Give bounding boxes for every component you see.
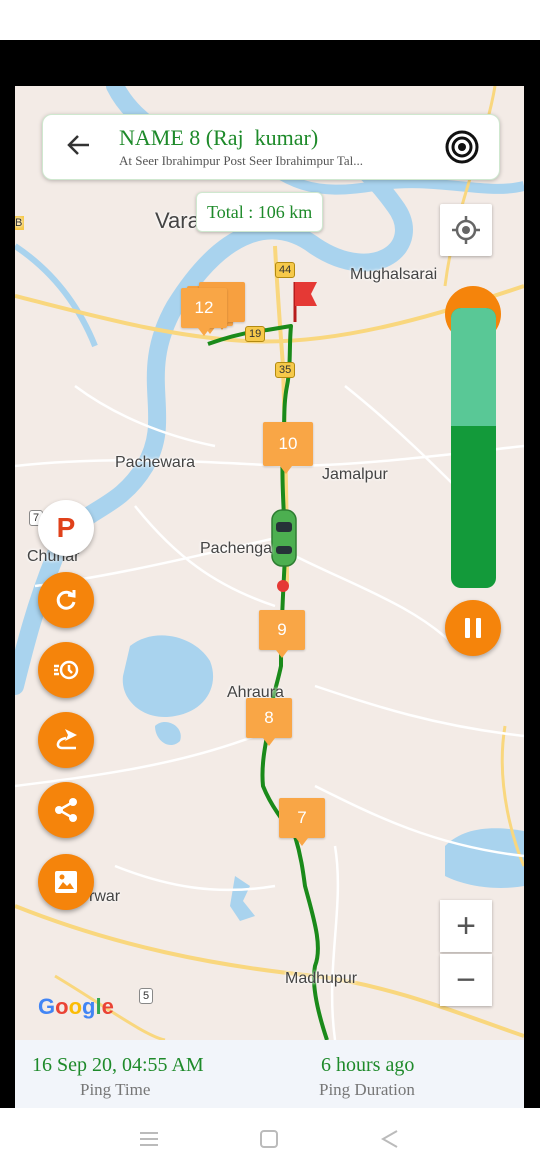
place-label-mughalsarai: Mughalsarai (350, 266, 438, 283)
ping-time-value: 16 Sep 20, 04:55 AM (32, 1054, 204, 1076)
highway-shield-19: 19 (245, 326, 266, 342)
pause-button[interactable] (445, 600, 501, 656)
pause-icon (465, 618, 470, 638)
current-position-dot (277, 580, 289, 592)
stop-marker-10[interactable]: 10 (263, 422, 313, 474)
google-logo: Google (38, 994, 114, 1019)
screen-border-right (524, 86, 540, 1108)
destination-flag (295, 282, 317, 306)
zoom-out-button[interactable]: − (440, 954, 492, 1006)
my-location-button[interactable] (440, 204, 492, 256)
back-button[interactable] (65, 131, 93, 165)
ping-info-footer: 16 Sep 20, 04:55 AM Ping Time 6 hours ag… (15, 1040, 524, 1108)
android-nav-bar (0, 1108, 540, 1170)
ping-duration-value: 6 hours ago (321, 1054, 415, 1076)
vehicle-name: NAME 8 (Raj kumar) (119, 125, 319, 150)
vehicle-address: At Seer Ibrahimpur Post Seer Ibrahimpur … (119, 153, 363, 168)
refresh-icon (56, 590, 76, 610)
place-label-pachewara: Pachewara (115, 454, 196, 471)
stop-marker-7[interactable]: 7 (279, 798, 325, 846)
share-icon (55, 798, 77, 822)
status-bar-area (0, 40, 540, 86)
zoom-in-button[interactable]: + (440, 900, 492, 952)
ping-duration-label: Ping Duration (319, 1080, 415, 1099)
place-label-varanasi: Vara (155, 208, 200, 233)
screen-border-left (0, 86, 15, 1108)
place-label-rwar: rwar (89, 888, 121, 905)
crosshair-icon (452, 216, 480, 244)
ping-time-label: Ping Time (80, 1080, 151, 1099)
place-label-jamalpur: Jamalpur (322, 466, 388, 483)
image-icon (55, 871, 77, 893)
arrow-left-icon[interactable] (65, 131, 93, 159)
place-label-b: B (15, 216, 25, 230)
vehicle-info-header: NAME 8 (Raj kumar) At Seer Ibrahimpur Po… (42, 114, 500, 180)
map-image-button[interactable] (38, 854, 94, 910)
parking-button[interactable]: P (38, 500, 94, 556)
highway-shield-5: 5 (139, 988, 154, 1004)
place-label-pachenga: Pachenga (200, 540, 273, 557)
speed-slider-fill (451, 308, 496, 426)
vehicle-car-icon (271, 509, 297, 567)
back-triangle-icon[interactable] (380, 1129, 400, 1149)
stop-marker-9[interactable]: 9 (259, 610, 305, 658)
route-playback-button[interactable] (38, 712, 94, 768)
menu-icon[interactable] (139, 1130, 159, 1148)
place-label-madhupur: Madhupur (285, 970, 358, 987)
highway-shield-44: 44 (275, 262, 296, 278)
history-clock-icon (54, 660, 79, 680)
home-square-icon[interactable] (259, 1129, 279, 1149)
share-button[interactable] (38, 782, 94, 838)
target-icon[interactable] (445, 130, 479, 164)
stop-marker-12[interactable]: 12 (181, 288, 227, 336)
total-distance-badge: Total : 106 km (196, 192, 324, 232)
history-button[interactable] (38, 642, 94, 698)
stop-marker-8[interactable]: 8 (246, 698, 292, 746)
refresh-button[interactable] (38, 572, 94, 628)
highway-shield-35: 35 (275, 362, 296, 378)
route-icon (56, 729, 77, 750)
speed-slider[interactable] (451, 308, 496, 588)
